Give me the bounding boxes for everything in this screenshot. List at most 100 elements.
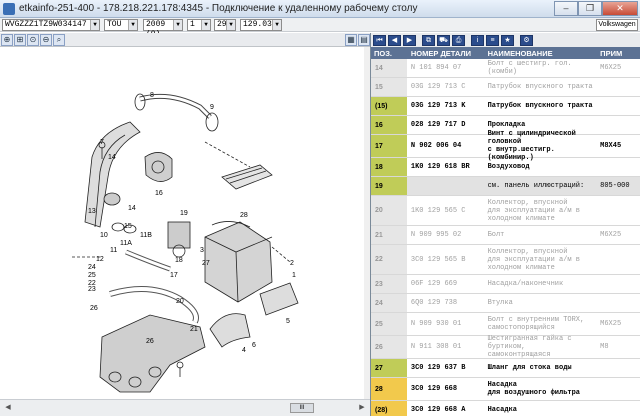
part-number-cell: 028 129 717 D xyxy=(410,121,466,129)
svg-text:10: 10 xyxy=(100,232,108,239)
settings-icon[interactable]: ⚙ xyxy=(520,34,533,46)
svg-text:5: 5 xyxy=(286,318,290,325)
name-line: Болт с шестигр. гол. (комби) xyxy=(487,60,572,76)
magnifier-icon[interactable]: ⌕ xyxy=(53,33,65,46)
svg-text:7: 7 xyxy=(100,139,104,146)
parts-table-body: 14 N 101 894 07 Болт с шестигр. гол. (комб… xyxy=(371,59,640,416)
svg-text:11: 11 xyxy=(110,247,117,254)
table-row[interactable]: 24 6Q0 129 738 Втулка xyxy=(371,294,640,313)
svg-text:11A: 11A xyxy=(120,240,132,247)
name-cell: Шестигранная гайка с буртиком, самоконтря… xyxy=(485,335,598,359)
chevron-down-icon: ▼ xyxy=(173,20,182,30)
name-cell: Винт с цилиндрической головкой с внутр.ше… xyxy=(485,130,598,162)
spec-cell xyxy=(597,116,640,134)
col-part-number[interactable]: НОМЕР ДЕТАЛИ xyxy=(407,49,485,58)
scroll-thumb[interactable]: III xyxy=(290,403,314,413)
table-row[interactable]: 22 3C0 129 565 B Коллектор, впускной для эк… xyxy=(371,245,640,275)
copy-icon[interactable]: ⧉ xyxy=(422,34,435,46)
svg-text:19: 19 xyxy=(180,210,188,217)
svg-text:1: 1 xyxy=(292,272,296,279)
minimize-button[interactable]: – xyxy=(554,0,578,16)
table-row[interactable]: 20 1K0 129 565 C Коллектор, впускной для эк… xyxy=(371,196,640,226)
spec-cell: M6X25 xyxy=(600,231,622,239)
svg-text:26: 26 xyxy=(146,338,154,345)
info-icon[interactable]: i xyxy=(471,34,484,46)
pos-cell: 16 xyxy=(371,116,407,134)
prev-page-icon[interactable]: ◀ xyxy=(388,34,401,46)
first-page-icon[interactable]: ⏮ xyxy=(373,34,386,46)
table-row[interactable]: 14 N 101 894 07 Болт с шестигр. гол. (комб… xyxy=(371,59,640,78)
col-pos[interactable]: ПОЗ. xyxy=(371,49,407,58)
table-row[interactable]: 25 N 909 930 01 Болт с внутренним TORX, сам… xyxy=(371,313,640,336)
chevron-down-icon: ▼ xyxy=(226,20,235,30)
svg-text:28: 28 xyxy=(240,212,248,219)
svg-text:14: 14 xyxy=(108,154,116,161)
table-row[interactable]: (15) 03G 129 713 K Патрубок впускного трак… xyxy=(371,97,640,116)
col-name[interactable]: НАИМЕНОВАНИЕ xyxy=(485,49,598,58)
next-page-icon[interactable]: ▶ xyxy=(403,34,416,46)
pos-cell: 28 xyxy=(371,378,407,400)
grid-view-icon[interactable]: ▦ xyxy=(345,33,357,46)
table-row[interactable]: 26 N 911 308 01 Шестигранная гайка с бурти… xyxy=(371,335,640,359)
svg-text:27: 27 xyxy=(202,260,210,267)
drawing-toolbar: ⊕ ⊞ ⊙ ⊖ ⌕ ▦ ▤ xyxy=(0,33,370,47)
table-row[interactable]: 28 3C0 129 668 Насадка для воздушного фильт… xyxy=(371,378,640,401)
part-number-cell: 3C0 129 668 xyxy=(410,385,458,393)
list-view-icon[interactable]: ▤ xyxy=(358,33,370,46)
spec-cell xyxy=(597,275,640,293)
name-line: Патрубок впускного тракта xyxy=(487,83,593,91)
parts-diagram[interactable]: 7 8 9 13 14 12 10 11 11A 11B 15 16 17 18… xyxy=(0,47,364,399)
year-select[interactable]: 2009 (9)▼ xyxy=(143,19,183,39)
print-icon[interactable]: ⎙ xyxy=(452,34,465,46)
scroll-left-icon[interactable]: ◀ xyxy=(2,402,14,414)
vin-select[interactable]: WVGZZZ1TZ9W034147 ▼ xyxy=(2,19,100,31)
spec-cell xyxy=(597,401,640,416)
name-line: Насадка xyxy=(487,406,517,414)
sub-group-select[interactable]: 29 ▼ xyxy=(214,19,236,31)
table-row[interactable]: 19 см. панель иллюстраций: 805-000 xyxy=(371,177,640,196)
table-row[interactable]: 23 06F 129 669 Насадка/наконечник xyxy=(371,275,640,294)
name-line: Болт xyxy=(487,231,505,239)
main-group-select[interactable]: 1 ▼ xyxy=(187,19,211,31)
model-select[interactable]: TOU ▼ xyxy=(104,19,138,31)
part-number-cell: 03G 129 713 C xyxy=(410,83,466,91)
part-number-cell: 1K0 129 618 BR xyxy=(410,163,470,171)
table-row[interactable]: 27 3C0 129 637 B Шланг для стока воды xyxy=(371,359,640,378)
part-number-cell: N 909 995 02 xyxy=(410,231,462,239)
restore-button[interactable]: ❐ xyxy=(578,0,602,16)
part-number-cell: N 902 006 04 xyxy=(410,142,462,150)
col-spec[interactable]: ПРИМ xyxy=(597,49,640,58)
close-button[interactable]: ✕ xyxy=(602,0,638,16)
name-cell: Болт с внутренним TORX, самостопорящийся xyxy=(485,313,598,335)
spec-cell: 805-000 xyxy=(600,182,630,190)
table-row[interactable]: (28) 3C0 129 668 A Насадка xyxy=(371,401,640,416)
svg-text:16: 16 xyxy=(155,190,163,197)
svg-text:4: 4 xyxy=(242,347,246,354)
zoom-out-icon[interactable]: ⊖ xyxy=(40,33,52,46)
bookmark-icon[interactable]: ★ xyxy=(501,34,514,46)
scroll-right-icon[interactable]: ▶ xyxy=(356,402,368,414)
window-title: etkainfo-251-400 - 178.218.221.178:4345 … xyxy=(19,3,418,14)
list-icon[interactable]: ≡ xyxy=(486,34,499,46)
name-line: для эксплуатации а/м в xyxy=(487,255,580,264)
table-row[interactable]: 17 N 902 006 04 Винт с цилиндрической голо… xyxy=(371,130,640,162)
pos-cell: 25 xyxy=(371,313,407,335)
pos-cell: 24 xyxy=(371,294,407,312)
name-line: холодном климате xyxy=(487,263,555,272)
table-row[interactable]: 15 03G 129 713 C Патрубок впускного тракта xyxy=(371,78,640,97)
drawing-horizontal-scrollbar[interactable]: ◀ III ▶ xyxy=(0,399,370,416)
zoom-fit-icon[interactable]: ⊞ xyxy=(14,33,26,46)
name-line: Шланг для стока воды xyxy=(487,364,572,372)
zoom-window-icon[interactable]: ⊙ xyxy=(27,33,39,46)
table-row[interactable]: 18 1K0 129 618 BR Воздуховод xyxy=(371,158,640,177)
illustration-select[interactable]: 129.030 ▼ xyxy=(240,19,282,31)
cart-icon[interactable]: ⛟ xyxy=(437,34,450,46)
part-number-cell: 3C0 129 668 A xyxy=(410,406,466,414)
name-cell: Шланг для стока воды xyxy=(485,359,598,377)
name-cell: Насадка/наконечник xyxy=(485,275,598,293)
pos-cell: 19 xyxy=(371,177,407,195)
pos-cell: 22 xyxy=(371,245,407,274)
spec-cell xyxy=(597,97,640,115)
table-row[interactable]: 21 N 909 995 02 Болт M6X25 xyxy=(371,226,640,245)
zoom-in-icon[interactable]: ⊕ xyxy=(1,33,13,46)
